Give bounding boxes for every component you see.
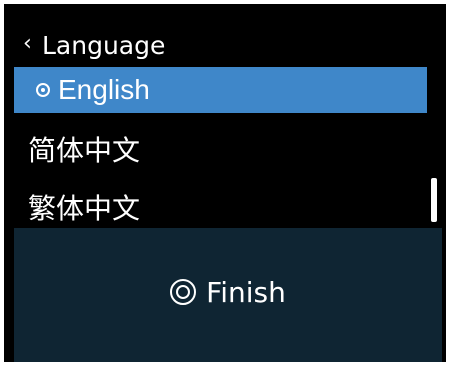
language-option-traditional-chinese[interactable]: 繁体中文 [14,186,427,232]
language-option-label: 简体中文 [28,135,141,166]
radio-selected-icon [36,83,50,97]
header: ‹ Language [4,26,446,66]
page-title: Language [42,31,166,60]
language-option-label: 繁体中文 [28,193,141,224]
language-option-simplified-chinese[interactable]: 简体中文 [14,128,427,174]
finish-button[interactable]: Finish [14,270,442,316]
finish-label: Finish [206,276,286,309]
device-screen: ‹ Language English 简体中文 繁体中文 Finish [4,4,446,362]
chevron-left-icon[interactable]: ‹ [23,26,32,62]
footer-panel: Finish [14,228,442,362]
language-option-label: English [58,74,150,105]
language-option-english[interactable]: English [14,67,427,113]
scrollbar[interactable] [431,178,437,222]
double-circle-icon [170,279,197,305]
